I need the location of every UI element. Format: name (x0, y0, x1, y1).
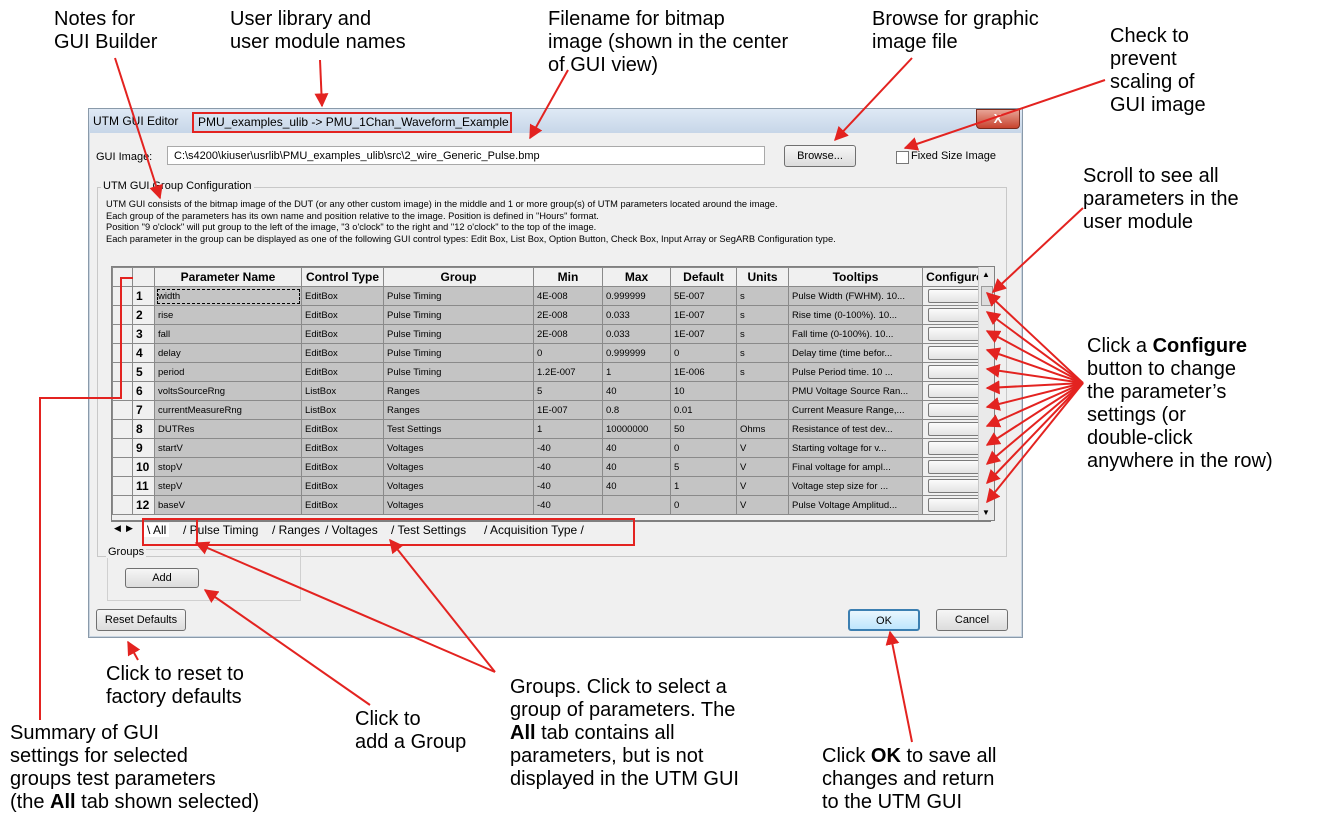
bracket-summary (39, 277, 133, 720)
arrow-fixed-size (903, 79, 1106, 151)
arrow-filename (529, 69, 569, 140)
arrow-user-library (314, 59, 329, 108)
arrow-ok (885, 630, 913, 743)
annotation-arrows (39, 57, 1106, 743)
arrow-scroll (991, 207, 1084, 293)
arrow-browse (834, 57, 913, 142)
arrows-configure (985, 292, 1084, 504)
arrow-groups-all (194, 541, 496, 673)
arrow-notes (114, 57, 163, 200)
arrow-reset (127, 640, 141, 661)
arrow-groups-tabs (389, 538, 496, 673)
